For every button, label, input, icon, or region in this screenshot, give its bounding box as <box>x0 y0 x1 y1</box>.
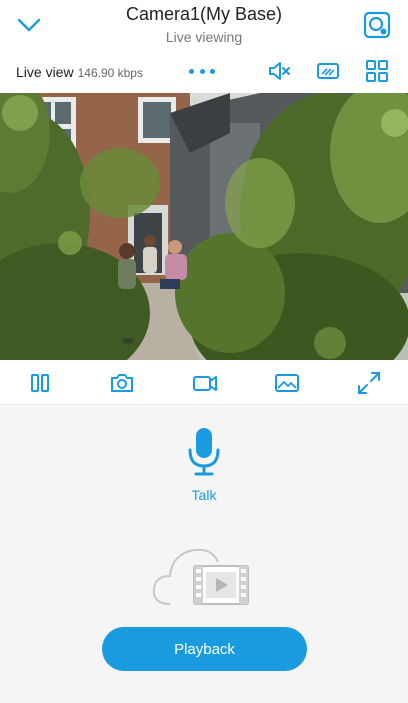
chevron-down-icon <box>17 18 41 32</box>
controls-panel: Talk Playback <box>0 406 408 703</box>
snapshot-button[interactable] <box>108 369 136 397</box>
live-video-feed[interactable] <box>0 93 408 360</box>
live-view-text: Live view <box>16 64 74 80</box>
fullscreen-icon <box>358 372 380 394</box>
playback-illustration <box>150 540 254 610</box>
camera-status-button[interactable] <box>362 10 392 40</box>
record-icon <box>193 376 217 391</box>
more-dots-icon <box>210 68 215 74</box>
page-subtitle: Live viewing <box>165 29 243 45</box>
live-view-label: Live view 146.90 kbps <box>16 64 143 80</box>
image-icon <box>275 374 299 392</box>
snapshot-icon <box>111 374 133 392</box>
status-bar: Live view 146.90 kbps <box>0 52 408 92</box>
page-title: Camera1(My Base) <box>125 4 283 24</box>
header: Camera1(My Base) Live viewing <box>0 0 408 52</box>
video-frame-image <box>0 93 408 360</box>
pause-button[interactable] <box>26 369 54 397</box>
grid-view-icon <box>366 60 388 82</box>
video-quality-button[interactable] <box>315 58 341 84</box>
back-button[interactable] <box>14 12 44 38</box>
record-button[interactable] <box>191 369 219 397</box>
title-block: Camera1(My Base) Live viewing <box>60 2 348 46</box>
video-toolbar <box>0 361 408 405</box>
microphone-icon <box>188 428 220 476</box>
bitrate-readout: 146.90 kbps <box>77 66 143 80</box>
more-options-button[interactable] <box>186 60 218 82</box>
talk-label: Talk <box>191 487 217 503</box>
pause-icon <box>31 374 49 392</box>
more-dots-icon <box>189 68 194 74</box>
cloud-video-icon <box>152 548 249 605</box>
more-dots-icon <box>199 68 205 74</box>
speaker-mute-icon <box>269 62 290 80</box>
camera-status-icon <box>363 11 391 39</box>
sd-quality-icon <box>317 63 339 79</box>
image-adjust-button[interactable] <box>273 369 301 397</box>
grid-view-button[interactable] <box>364 58 390 84</box>
playback-button[interactable]: Playback <box>102 627 307 671</box>
mute-button[interactable] <box>266 58 292 84</box>
talk-button[interactable]: Talk <box>176 426 232 503</box>
fullscreen-button[interactable] <box>355 369 383 397</box>
